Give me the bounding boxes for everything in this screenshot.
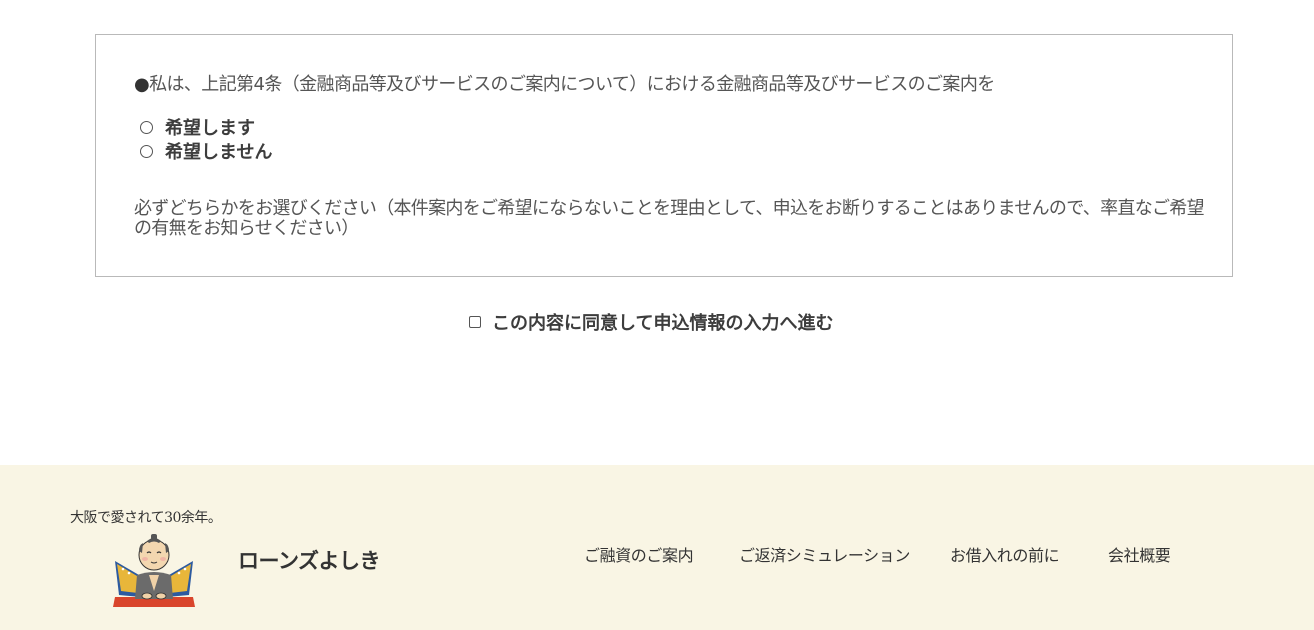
option-not-want-radio[interactable]: 希望しません	[140, 138, 272, 164]
agree-checkbox[interactable]	[469, 316, 481, 328]
marketing-consent-box: ●私は、上記第4条（金融商品等及びサービスのご案内について）における金融商品等及…	[95, 34, 1233, 277]
footer-tagline: 大阪で愛されて30余年。	[70, 510, 222, 526]
agree-label[interactable]: この内容に同意して申込情報の入力へ進む	[492, 309, 833, 335]
option-not-want-label[interactable]: 希望しません	[165, 138, 272, 164]
footer-nav-before-borrowing[interactable]: お借入れの前に	[950, 542, 1060, 566]
footer-nav-company-profile[interactable]: 会社概要	[1108, 542, 1171, 566]
footer-nav-loan-info[interactable]: ご融資のご案内	[584, 542, 694, 566]
site-footer: 大阪で愛されて30余年。 ローンズよしき ご融資のご案内 ご返済シミュレーション	[0, 465, 1314, 630]
samurai-mascot-icon[interactable]	[111, 531, 197, 611]
consent-question: ●私は、上記第4条（金融商品等及びサービスのご案内について）における金融商品等及…	[134, 70, 995, 96]
footer-nav-repayment-simulation[interactable]: ご返済シミュレーション	[739, 542, 910, 566]
agree-checkbox-row[interactable]: この内容に同意して申込情報の入力へ進む	[469, 309, 833, 335]
bullet-icon: ●	[134, 74, 150, 95]
radio-icon[interactable]	[140, 144, 153, 158]
option-want-label[interactable]: 希望します	[165, 114, 255, 140]
consent-note: 必ずどちらかをお選びください（本件案内をご希望にならないことを理由として、申込を…	[134, 198, 1205, 239]
brand-name[interactable]: ローンズよしき	[238, 545, 381, 575]
option-want-radio[interactable]: 希望します	[140, 114, 255, 140]
consent-question-text: 私は、上記第4条（金融商品等及びサービスのご案内について）における金融商品等及び…	[149, 74, 995, 95]
radio-icon[interactable]	[140, 120, 153, 134]
